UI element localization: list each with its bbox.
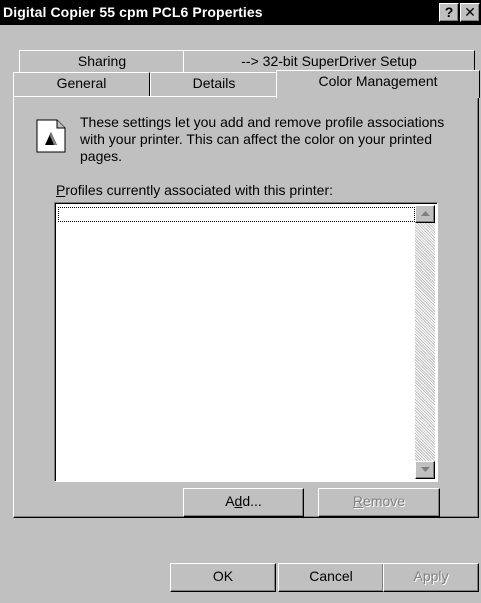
properties-dialog: Digital Copier 55 cpm PCL6 Properties ? …: [0, 0, 481, 603]
description-text: These settings let you add and remove pr…: [80, 114, 445, 164]
profiles-list-label: Profiles currently associated with this …: [56, 182, 333, 198]
arrow-down-icon: [421, 467, 430, 472]
close-button[interactable]: ✕: [460, 3, 480, 22]
close-icon: ✕: [464, 4, 476, 20]
remove-label-part: emove: [363, 493, 406, 509]
tab-sharing[interactable]: Sharing: [19, 50, 185, 74]
profiles-listbox[interactable]: [54, 202, 438, 482]
document-color-profile-icon: [36, 119, 66, 156]
title-bar[interactable]: Digital Copier 55 cpm PCL6 Properties ? …: [0, 0, 481, 25]
help-button[interactable]: ?: [439, 3, 459, 22]
tab-general[interactable]: General: [13, 72, 150, 96]
add-button[interactable]: Add...: [183, 488, 304, 517]
apply-button[interactable]: Apply: [383, 563, 479, 592]
ok-button[interactable]: OK: [170, 563, 276, 592]
focus-rectangle: [58, 207, 415, 222]
tab-color-management[interactable]: Color Management: [276, 70, 480, 98]
accelerator-r: R: [352, 493, 364, 509]
tab-details[interactable]: Details: [150, 72, 278, 96]
cancel-button[interactable]: Cancel: [278, 563, 384, 592]
add-label-part: d...: [242, 493, 262, 509]
scroll-up-button[interactable]: [415, 205, 435, 223]
profiles-list-label-text: rofiles currently associated with this p…: [65, 182, 334, 198]
accelerator-p: P: [56, 182, 66, 198]
window-title: Digital Copier 55 cpm PCL6 Properties: [3, 4, 263, 20]
arrow-up-icon: [421, 211, 430, 216]
vertical-scrollbar[interactable]: [415, 205, 435, 479]
add-label-part: A: [225, 493, 235, 509]
scroll-down-button[interactable]: [415, 461, 435, 479]
remove-button[interactable]: Remove: [318, 488, 440, 517]
